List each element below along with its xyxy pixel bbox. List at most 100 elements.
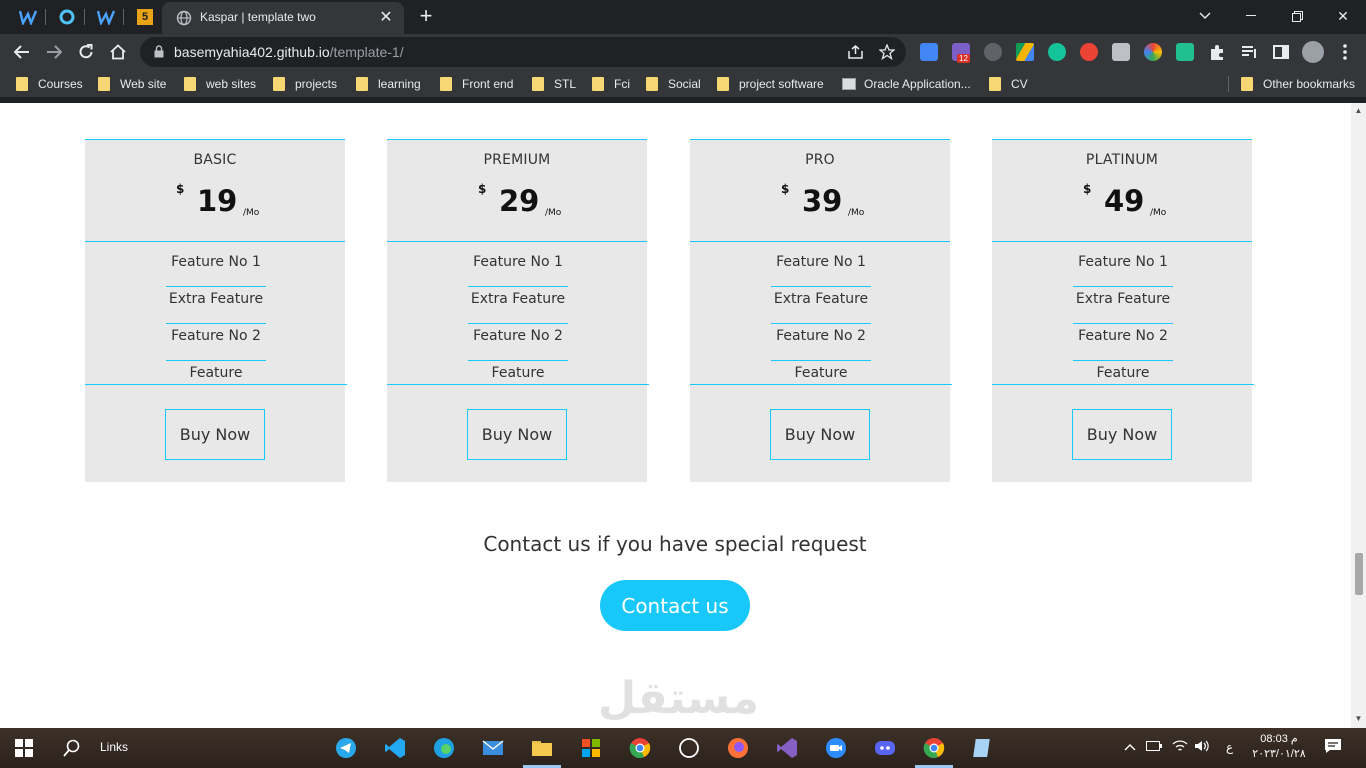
extension-search-icon[interactable] — [984, 43, 1002, 61]
tab-title: Kaspar | template two — [200, 10, 316, 24]
file-explorer-icon[interactable] — [530, 736, 554, 760]
google-translate-icon[interactable] — [920, 43, 938, 61]
plan-price: $ 19 /Mo — [85, 182, 345, 222]
telegram-icon[interactable] — [334, 736, 358, 760]
vertical-scrollbar[interactable]: ▲ ▼ — [1351, 103, 1366, 728]
feature-item: Feature No 2 — [468, 324, 568, 361]
vscode-icon[interactable] — [383, 736, 407, 760]
notifications-icon[interactable] — [1324, 738, 1342, 757]
input-language[interactable]: ع — [1226, 740, 1233, 754]
feature-item: Feature No 1 — [1073, 250, 1173, 287]
menu-kebab-icon[interactable] — [1336, 43, 1354, 61]
currency-symbol: $ — [781, 182, 790, 196]
currency-symbol: $ — [176, 182, 185, 196]
discord-icon[interactable] — [873, 736, 897, 760]
reload-button[interactable] — [72, 38, 100, 66]
forward-button[interactable] — [40, 38, 68, 66]
pinned-tab-webflow-1[interactable] — [16, 6, 40, 28]
pinned-tab-five[interactable]: 5 — [133, 6, 157, 28]
grammarly-icon[interactable] — [1048, 43, 1066, 61]
bookmark-folder[interactable]: Fci — [592, 76, 630, 92]
bookmark-folder[interactable]: learning — [356, 76, 421, 92]
extension-cursor-icon[interactable] — [1112, 43, 1130, 61]
buy-now-button[interactable]: Buy Now — [467, 409, 567, 460]
bookmark-folder[interactable]: CV — [989, 76, 1028, 92]
webflow-icon — [97, 10, 115, 25]
chrome-profile-icon[interactable] — [922, 736, 946, 760]
bookmark-folder[interactable]: projects — [273, 76, 337, 92]
plan-price: $ 39 /Mo — [690, 182, 950, 222]
links-toolbar[interactable]: Links — [100, 740, 128, 754]
zoom-icon[interactable] — [824, 736, 848, 760]
folder-icon — [1241, 77, 1253, 91]
close-window-icon[interactable]: ✕ — [1320, 0, 1366, 32]
bookmark-folder[interactable]: project software — [717, 76, 824, 92]
restore-icon[interactable] — [1274, 0, 1320, 32]
bookmark-folder[interactable]: STL — [532, 76, 576, 92]
buy-now-button[interactable]: Buy Now — [165, 409, 265, 460]
contact-us-button[interactable]: Contact us — [600, 580, 750, 631]
wifi-icon[interactable] — [1172, 740, 1188, 755]
battery-icon[interactable] — [1146, 740, 1162, 754]
folder-icon — [717, 77, 729, 91]
google-drive-icon[interactable] — [1016, 43, 1034, 61]
pinned-tab-webflow-2[interactable] — [94, 6, 118, 28]
webflow-icon — [19, 10, 37, 25]
feature-list: Feature No 1 Extra Feature Feature No 2 … — [387, 242, 649, 385]
extension-color-icon[interactable] — [1144, 43, 1162, 61]
visual-studio-icon[interactable] — [775, 736, 799, 760]
search-icon[interactable] — [60, 736, 84, 760]
page-viewport: BASIC $ 19 /Mo Feature No 1 Extra Featur… — [0, 103, 1366, 728]
scrollbar-thumb[interactable] — [1355, 553, 1363, 595]
scroll-down-icon[interactable]: ▼ — [1351, 713, 1366, 725]
pinned-tab-circle[interactable] — [55, 6, 79, 28]
side-panel-icon[interactable] — [1272, 43, 1290, 61]
extension-record-icon[interactable] — [1080, 43, 1098, 61]
buy-now-button[interactable]: Buy Now — [1072, 409, 1172, 460]
close-tab-icon[interactable]: ✕ — [376, 7, 396, 27]
bookmarks-separator — [1228, 76, 1229, 92]
bookmark-folder[interactable]: Front end — [440, 76, 513, 92]
bookmark-star-icon[interactable] — [878, 43, 896, 61]
tab-search-chevron-down-icon[interactable] — [1182, 0, 1228, 32]
windows-taskbar: Links ع 08:03 م ٢٠٢٣/٠١/٢٨ — [0, 728, 1366, 768]
price-period: /Mo — [1150, 208, 1167, 218]
tray-chevron-up-icon[interactable] — [1124, 740, 1136, 754]
feature-list: Feature No 1 Extra Feature Feature No 2 … — [85, 242, 347, 385]
buy-now-button[interactable]: Buy Now — [770, 409, 870, 460]
firefox-icon[interactable] — [726, 736, 750, 760]
home-button[interactable] — [104, 38, 132, 66]
number-badge-icon: 5 — [137, 9, 153, 25]
home-icon — [110, 44, 126, 60]
scroll-up-icon[interactable]: ▲ — [1351, 105, 1366, 117]
bookmark-folder[interactable]: Social — [646, 76, 701, 92]
active-tab[interactable]: Kaspar | template two ✕ — [162, 2, 404, 34]
extension-runner-icon[interactable] — [1176, 43, 1194, 61]
feature-item: Extra Feature — [468, 287, 568, 324]
bookmark-folder[interactable]: web sites — [184, 76, 256, 92]
address-bar[interactable]: basemyahia402.github.io/template-1/ — [140, 37, 906, 67]
bookmark-page[interactable]: Oracle Application... — [842, 76, 971, 92]
bookmark-folder[interactable]: Web site — [98, 76, 166, 92]
minimize-icon[interactable] — [1228, 0, 1274, 32]
profile-avatar[interactable] — [1302, 41, 1324, 63]
microsoft-store-icon[interactable] — [579, 736, 603, 760]
pricing-card-header: PRO $ 39 /Mo — [690, 139, 950, 242]
whatsapp-icon[interactable] — [677, 736, 701, 760]
back-button[interactable] — [8, 38, 36, 66]
clock-date: ٢٠٢٣/٠١/٢٨ — [1252, 748, 1306, 760]
chrome-icon[interactable] — [628, 736, 652, 760]
extensions-puzzle-icon[interactable] — [1208, 43, 1226, 61]
other-bookmarks[interactable]: Other bookmarks — [1241, 76, 1355, 92]
windows-start-icon[interactable] — [12, 736, 36, 760]
volume-icon[interactable] — [1194, 740, 1210, 755]
new-tab-button[interactable]: + — [414, 4, 438, 28]
mail-icon[interactable] — [481, 736, 505, 760]
notepad-icon[interactable] — [971, 736, 995, 760]
bookmark-folder[interactable]: Courses — [16, 76, 83, 92]
system-clock[interactable]: 08:03 م ٢٠٢٣/٠١/٢٨ — [1250, 732, 1308, 762]
reading-list-icon[interactable] — [1240, 43, 1258, 61]
share-icon[interactable] — [846, 43, 864, 61]
edge-icon[interactable] — [432, 736, 456, 760]
currency-symbol: $ — [478, 182, 487, 196]
